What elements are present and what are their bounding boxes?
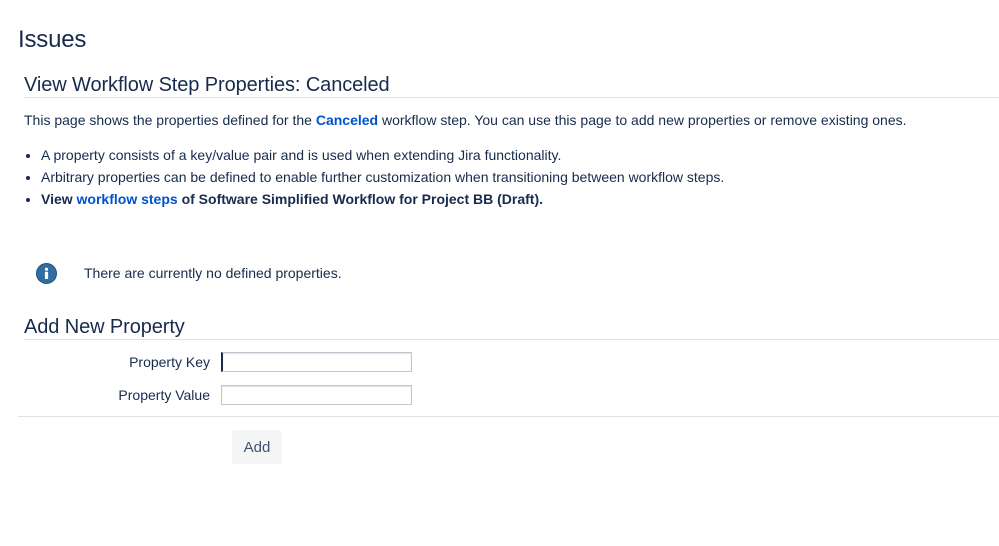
list-item: A property consists of a key/value pair …: [41, 144, 724, 166]
intro-paragraph: This page shows the properties defined f…: [24, 112, 907, 128]
add-property-button[interactable]: Add: [232, 430, 282, 464]
property-key-row: Property Key: [0, 351, 412, 373]
info-bullet-list: A property consists of a key/value pair …: [24, 144, 724, 210]
info-icon: [36, 262, 57, 284]
heading-divider: [24, 339, 999, 340]
list-item: Arbitrary properties can be defined to e…: [41, 166, 724, 188]
workflow-steps-link[interactable]: workflow steps: [77, 191, 178, 207]
view-workflow-steps-item: View workflow steps of Software Simplifi…: [41, 188, 724, 210]
property-value-input[interactable]: [221, 385, 412, 405]
form-divider: [18, 416, 999, 417]
no-properties-message: There are currently no defined propertie…: [36, 262, 342, 284]
property-key-input[interactable]: [221, 352, 412, 372]
intro-text-before: This page shows the properties defined f…: [24, 112, 316, 128]
page: Issues View Workflow Step Properties: Ca…: [0, 0, 999, 546]
view-text-before: View: [41, 191, 77, 207]
canceled-step-link[interactable]: Canceled: [316, 112, 378, 128]
add-new-property-heading: Add New Property: [24, 316, 185, 338]
view-text-after: of Software Simplified Workflow for Proj…: [177, 191, 544, 207]
no-properties-text: There are currently no defined propertie…: [84, 265, 342, 281]
page-title: Issues: [18, 26, 87, 53]
intro-text-after: workflow step. You can use this page to …: [378, 112, 907, 128]
heading-divider: [24, 97, 999, 98]
view-workflow-step-properties-heading: View Workflow Step Properties: Canceled: [24, 74, 390, 96]
property-key-label: Property Key: [129, 354, 210, 370]
property-value-row: Property Value: [0, 384, 412, 406]
property-value-label: Property Value: [118, 387, 210, 403]
